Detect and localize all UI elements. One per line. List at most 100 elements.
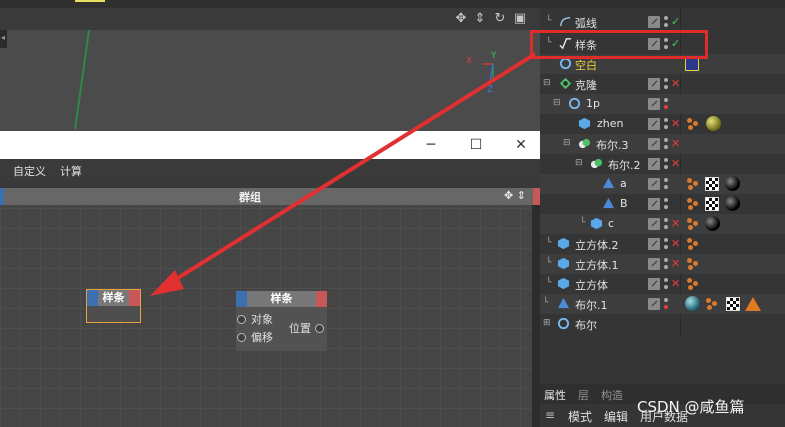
texture-tag-icon[interactable] (687, 278, 699, 290)
visibility-dots[interactable] (664, 257, 669, 271)
menu-calculate[interactable]: 计算 (60, 163, 82, 179)
layer-toggle[interactable] (648, 118, 660, 130)
maximize-icon[interactable]: ☐ (466, 135, 486, 155)
visibility-dots[interactable] (664, 117, 669, 131)
disabled-cross-icon[interactable]: ✕ (671, 137, 680, 150)
zoom-view-icon[interactable]: ⇕ (472, 11, 488, 27)
visibility-dots[interactable] (664, 157, 669, 171)
visibility-dots[interactable] (664, 97, 669, 111)
disabled-cross-icon[interactable]: ✕ (671, 277, 680, 290)
checker-tag-icon[interactable] (705, 177, 719, 191)
port-object-in[interactable] (237, 315, 246, 324)
object-row-a[interactable]: a (540, 174, 785, 194)
node-output-port-area[interactable] (316, 291, 327, 307)
texture-tag-icon[interactable] (706, 298, 718, 310)
3d-viewport[interactable]: ✥ ⇕ ↻ ▣ ◂ X Y Z (0, 0, 540, 135)
object-row-boole2[interactable]: ⊟ 布尔.2 ✕ (540, 154, 785, 174)
tab-structure[interactable]: 构造 (601, 387, 623, 403)
menu-edit[interactable]: 编辑 (604, 408, 628, 425)
layer-toggle[interactable] (648, 198, 660, 210)
selection-tag-icon[interactable] (685, 57, 699, 71)
object-row-zhen[interactable]: zhen ✕ (540, 114, 785, 134)
object-row-boole3[interactable]: ⊟ 布尔.3 ✕ (540, 134, 785, 154)
material-tag-icon[interactable] (705, 216, 720, 231)
layer-toggle[interactable] (648, 78, 660, 90)
layer-toggle[interactable] (648, 258, 660, 270)
move-icon[interactable]: ✥ (504, 189, 513, 202)
visibility-dots[interactable] (664, 137, 669, 151)
object-row-b[interactable]: B (540, 194, 785, 214)
layer-toggle[interactable] (648, 138, 660, 150)
checker-tag-icon[interactable] (726, 297, 740, 311)
material-tag-icon[interactable] (685, 296, 700, 311)
port-offset-in[interactable] (237, 333, 246, 342)
port-position-out[interactable] (315, 324, 324, 333)
layer-toggle[interactable] (648, 158, 660, 170)
layer-toggle[interactable] (648, 16, 660, 28)
move-view-icon[interactable]: ✥ (453, 11, 469, 27)
enabled-check-icon[interactable]: ✓ (671, 15, 680, 28)
disabled-cross-icon[interactable]: ✕ (671, 217, 680, 230)
viewport-side-handle[interactable]: ◂ (0, 30, 7, 48)
checker-tag-icon[interactable] (705, 197, 719, 211)
node-output-port-area[interactable] (129, 290, 140, 306)
layer-toggle[interactable] (648, 238, 660, 250)
object-row-cube2[interactable]: └ 立方体.2 ✕ (540, 234, 785, 254)
visibility-dots[interactable] (664, 297, 669, 311)
disabled-cross-icon[interactable]: ✕ (671, 77, 680, 90)
texture-tag-icon[interactable] (687, 198, 699, 210)
warning-tag-icon[interactable] (745, 297, 761, 311)
menu-mode[interactable]: 模式 (568, 408, 592, 425)
arc-spline-icon (560, 17, 571, 27)
object-row-arc[interactable]: └ 弧线 ✓ (540, 12, 785, 32)
maximize-view-icon[interactable]: ▣ (512, 11, 528, 27)
object-row-c[interactable]: └ c ✕ (540, 214, 785, 234)
rotate-view-icon[interactable]: ↻ (492, 11, 508, 27)
close-icon[interactable]: ✕ (511, 135, 531, 155)
object-row-1p[interactable]: ⊟ 1p (540, 94, 785, 114)
object-row-cube1[interactable]: └ 立方体.1 ✕ (540, 254, 785, 274)
disabled-cross-icon[interactable]: ✕ (671, 257, 680, 270)
object-row-cloner[interactable]: ⊟ 克隆 ✕ (540, 74, 785, 94)
layer-toggle[interactable] (648, 98, 660, 110)
node-input-port-area[interactable] (87, 290, 98, 306)
tab-layers[interactable]: 层 (578, 387, 589, 403)
layer-toggle[interactable] (648, 298, 660, 310)
node-input-port-area[interactable] (236, 291, 247, 307)
minimize-icon[interactable]: ─ (421, 135, 441, 155)
texture-tag-icon[interactable] (687, 178, 699, 190)
material-tag-icon[interactable] (725, 176, 740, 191)
visibility-dots[interactable] (664, 197, 669, 211)
boole-icon (578, 138, 591, 149)
active-tab-indicator (75, 0, 105, 2)
visibility-dots[interactable] (664, 177, 669, 191)
spline-node[interactable]: 样条 对象 偏移 位置 (236, 291, 327, 351)
group-header[interactable]: 群组 ✥ ⇕ (0, 188, 545, 205)
tab-attributes[interactable]: 属性 (544, 387, 566, 403)
texture-tag-icon[interactable] (687, 218, 699, 230)
object-name: 布尔 (575, 319, 597, 332)
menu-lines-icon[interactable]: ≡ (545, 408, 555, 422)
material-tag-icon[interactable] (725, 196, 740, 211)
texture-tag-icon[interactable] (687, 238, 699, 250)
visibility-dots[interactable] (664, 277, 669, 291)
resize-icon[interactable]: ⇕ (517, 189, 526, 202)
material-tag-icon[interactable] (706, 116, 721, 131)
layer-toggle[interactable] (648, 278, 660, 290)
texture-tag-icon[interactable] (687, 118, 699, 130)
disabled-cross-icon[interactable]: ✕ (671, 157, 680, 170)
visibility-dots[interactable] (664, 77, 669, 91)
object-row-boole[interactable]: ⊞ 布尔 (540, 314, 785, 334)
disabled-cross-icon[interactable]: ✕ (671, 117, 680, 130)
visibility-dots[interactable] (664, 217, 669, 231)
spline-node-selected[interactable]: 样条 (86, 289, 141, 323)
visibility-dots[interactable] (664, 237, 669, 251)
visibility-dots[interactable] (664, 15, 669, 29)
layer-toggle[interactable] (648, 178, 660, 190)
object-row-cube[interactable]: └ 立方体 ✕ (540, 274, 785, 294)
object-row-boole1[interactable]: └ 布尔.1 (540, 294, 785, 314)
texture-tag-icon[interactable] (687, 258, 699, 270)
menu-custom[interactable]: 自定义 (13, 163, 46, 179)
layer-toggle[interactable] (648, 218, 660, 230)
disabled-cross-icon[interactable]: ✕ (671, 237, 680, 250)
